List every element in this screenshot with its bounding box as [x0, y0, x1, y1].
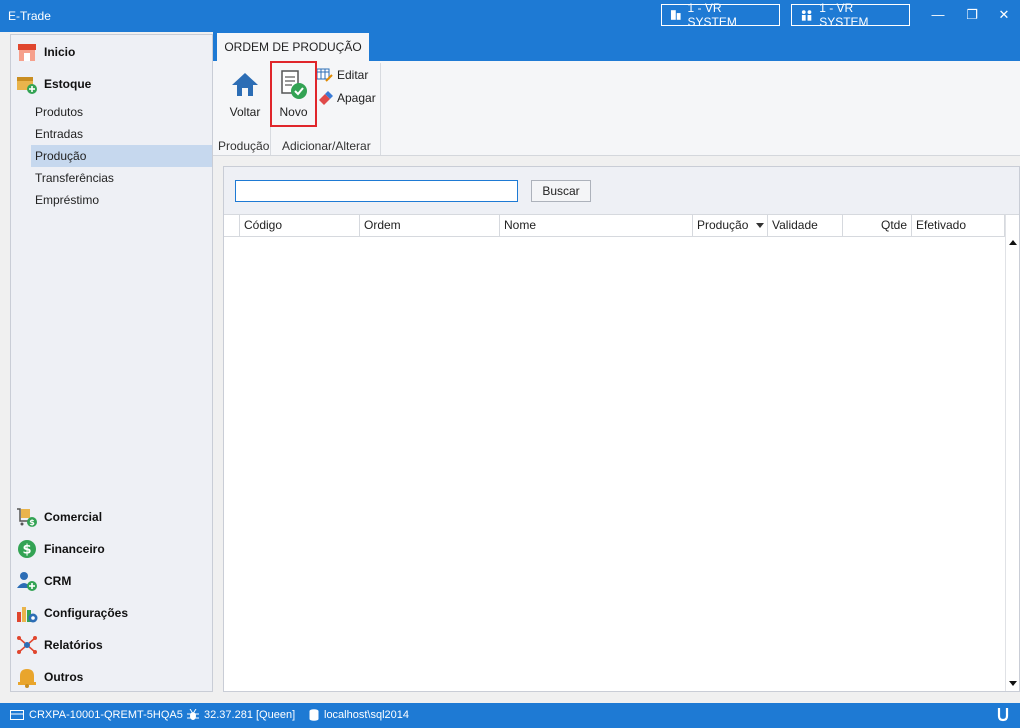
bug-icon	[187, 709, 199, 720]
company-button[interactable]: 1 - VR SYSTEM	[661, 1, 780, 29]
voltar-label: Voltar	[229, 105, 261, 119]
apagar-label: Apagar	[337, 91, 376, 105]
user-button-label: 1 - VR SYSTEM	[819, 1, 869, 29]
company-button-label: 1 - VR SYSTEM	[687, 1, 737, 29]
dollar-icon: $	[18, 540, 36, 558]
column-header-efetivado[interactable]: Efetivado	[912, 215, 1005, 236]
network-icon	[17, 636, 37, 654]
box-add-icon	[17, 77, 37, 94]
sidebar-section-label: Estoque	[44, 77, 92, 91]
sidebar-section-configuracoes[interactable]: Configurações	[16, 602, 128, 624]
bell-icon	[18, 669, 36, 688]
sidebar-item-emprestimo[interactable]: Empréstimo	[31, 189, 212, 211]
sidebar-item-entradas[interactable]: Entradas	[31, 123, 212, 145]
sidebar: Inicio Estoque Produtos Entradas Produçã…	[10, 34, 213, 692]
status-database: localhost\sql2014	[309, 709, 409, 721]
building-icon	[670, 10, 681, 20]
status-license: CRXPA-10001-QREMT-5HQA5	[10, 709, 183, 721]
database-icon	[309, 709, 319, 721]
cart-icon: $	[17, 508, 37, 527]
sidebar-item-producao[interactable]: Produção	[31, 145, 212, 167]
group-separator	[380, 63, 381, 155]
scroll-up-arrow-icon[interactable]	[1009, 240, 1017, 245]
user-add-icon	[17, 572, 37, 591]
buscar-button[interactable]: Buscar	[531, 180, 591, 202]
novo-button[interactable]: Novo	[270, 61, 317, 127]
voltar-button[interactable]: Voltar	[225, 71, 265, 121]
sidebar-section-inicio[interactable]: Inicio	[16, 41, 75, 63]
editar-button[interactable]: Editar	[317, 68, 368, 82]
column-header-producao[interactable]: Produção	[693, 215, 768, 236]
sidebar-section-comercial[interactable]: $ Comercial	[16, 506, 102, 528]
sort-descending-icon	[755, 223, 764, 229]
sidebar-section-label: Inicio	[44, 45, 76, 59]
close-button[interactable]: ✕	[996, 8, 1012, 24]
column-header-qtde[interactable]: Qtde	[843, 215, 912, 236]
sidebar-section-outros[interactable]: Outros	[16, 666, 83, 688]
column-header-ordem[interactable]: Ordem	[360, 215, 500, 236]
user-button[interactable]: 1 - VR SYSTEM	[791, 1, 910, 29]
svg-text:$: $	[22, 543, 31, 558]
search-bar: Buscar	[224, 167, 1019, 215]
magnet-icon	[997, 708, 1009, 722]
status-version: 32.37.281 [Queen]	[187, 709, 295, 721]
status-license-text: CRXPA-10001-QREMT-5HQA5	[29, 709, 183, 721]
card-icon	[10, 710, 24, 720]
group-label-adicionar-alterar: Adicionar/Alterar	[282, 139, 371, 153]
window-title: E-Trade	[8, 9, 51, 23]
group-label-producao: Produção	[218, 139, 270, 153]
home-icon	[232, 73, 258, 96]
search-input[interactable]	[235, 180, 518, 202]
tab-ordem-de-producao[interactable]: ORDEM DE PRODUÇÃO	[217, 33, 369, 61]
sidebar-section-label: Financeiro	[44, 542, 105, 556]
svg-text:$: $	[29, 518, 35, 527]
apagar-button[interactable]: Apagar	[317, 91, 376, 105]
row-indicator-header	[224, 215, 240, 236]
editar-label: Editar	[337, 68, 369, 82]
column-header-producao-label: Produção	[697, 218, 749, 232]
column-header-codigo[interactable]: Código	[240, 215, 360, 236]
status-version-text: 32.37.281 [Queen]	[204, 709, 296, 721]
sidebar-item-transferencias[interactable]: Transferências	[31, 167, 212, 189]
sidebar-section-label: Comercial	[44, 510, 103, 524]
scroll-down-arrow-icon[interactable]	[1009, 681, 1017, 686]
vertical-scrollbar[interactable]	[1005, 215, 1019, 691]
sidebar-section-label: Outros	[44, 670, 84, 684]
document-check-icon	[280, 70, 307, 99]
ribbon: Voltar Produção Novo Editar Apagar Adici…	[213, 61, 1020, 156]
users-icon	[801, 10, 812, 21]
status-database-text: localhost\sql2014	[324, 709, 410, 721]
sidebar-item-produtos[interactable]: Produtos	[31, 101, 212, 123]
settings-chart-icon	[17, 607, 38, 623]
minimize-button[interactable]: —	[930, 8, 946, 24]
sidebar-section-relatorios[interactable]: Relatórios	[16, 634, 103, 656]
restore-button[interactable]: ❐	[964, 8, 980, 24]
column-header-validade[interactable]: Validade	[768, 215, 843, 236]
sidebar-section-financeiro[interactable]: $ Financeiro	[16, 538, 105, 560]
title-bar: E-Trade 1 - VR SYSTEM 1 - VR SYSTEM — ❐ …	[0, 0, 1020, 32]
status-connection-icon	[997, 708, 1009, 722]
sidebar-section-label: CRM	[44, 574, 72, 588]
sidebar-section-crm[interactable]: CRM	[16, 570, 71, 592]
grid-header: Código Ordem Nome Produção Validade Qtde…	[224, 215, 1005, 237]
edit-table-icon	[317, 68, 333, 82]
novo-label: Novo	[279, 105, 308, 119]
content-panel: Buscar Código Ordem Nome Produção Valida…	[223, 166, 1020, 692]
column-header-nome[interactable]: Nome	[500, 215, 693, 236]
status-bar: CRXPA-10001-QREMT-5HQA5 32.37.281 [Queen…	[0, 703, 1020, 728]
sidebar-section-label: Relatórios	[44, 638, 103, 652]
store-icon	[18, 44, 36, 61]
eraser-icon	[319, 91, 333, 105]
sidebar-section-label: Configurações	[44, 606, 129, 620]
sidebar-section-estoque[interactable]: Estoque	[16, 73, 91, 95]
